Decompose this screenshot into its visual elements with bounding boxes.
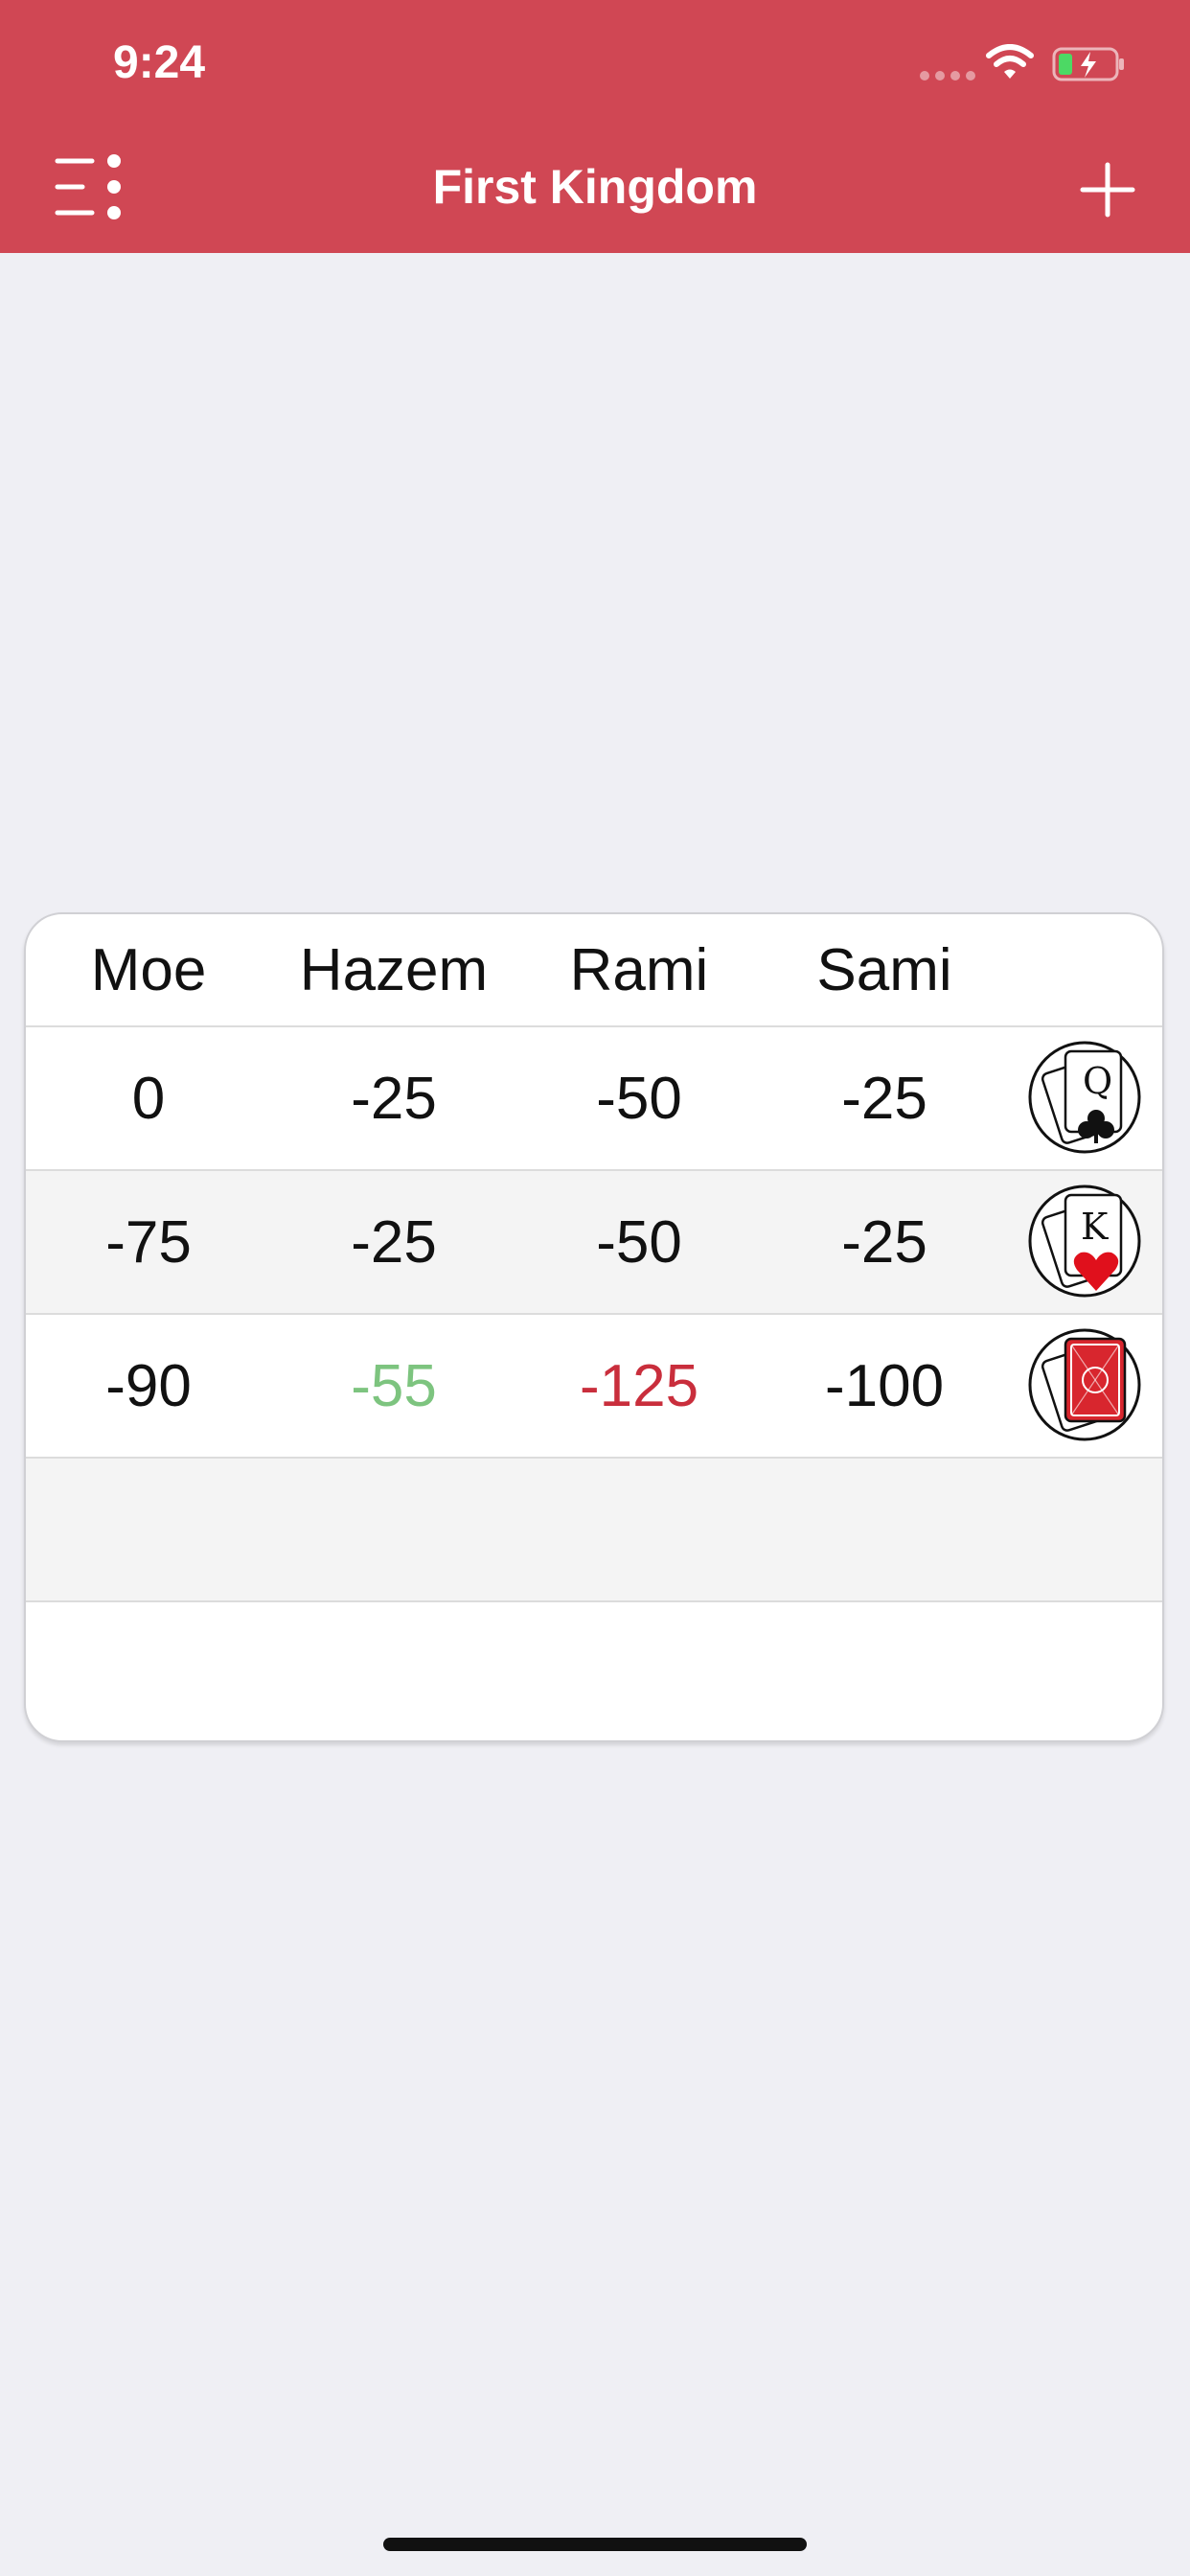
- player-header-row: Moe Hazem Rami Sami: [26, 914, 1162, 1027]
- status-time: 9:24: [113, 37, 206, 88]
- score-row[interactable]: 0 -25 -50 -25 Q: [26, 1027, 1162, 1171]
- empty-score-row[interactable]: [26, 1459, 1162, 1602]
- queen-of-clubs-icon[interactable]: Q: [1027, 1040, 1142, 1155]
- score-cell: -90: [105, 1352, 192, 1419]
- score-cell: -25: [351, 1208, 437, 1276]
- score-cell: 0: [131, 1065, 166, 1132]
- score-cell: -25: [841, 1208, 927, 1276]
- player-name[interactable]: Rami: [516, 936, 762, 1004]
- card-back-icon[interactable]: [1027, 1327, 1142, 1442]
- battery-charging-icon: [1052, 47, 1124, 81]
- score-cell: -50: [596, 1065, 682, 1132]
- score-cell: -25: [841, 1065, 927, 1132]
- svg-text:K: K: [1081, 1206, 1109, 1248]
- score-cell-worst: -125: [579, 1352, 699, 1419]
- score-cell-best: -55: [351, 1352, 437, 1419]
- player-name[interactable]: Sami: [762, 936, 1007, 1004]
- empty-score-row[interactable]: [26, 1602, 1162, 1740]
- king-of-hearts-icon[interactable]: K: [1027, 1184, 1142, 1299]
- score-table: Moe Hazem Rami Sami 0 -25 -50 -25 Q -75 …: [24, 912, 1164, 1742]
- navigation-header: 9:24 First Kingdom: [0, 0, 1190, 253]
- score-cell: -75: [105, 1208, 192, 1276]
- player-name[interactable]: Moe: [26, 936, 271, 1004]
- home-indicator[interactable]: [383, 2538, 807, 2551]
- score-cell: -100: [824, 1352, 945, 1419]
- score-cell: -50: [596, 1208, 682, 1276]
- svg-text:Q: Q: [1083, 1060, 1112, 1102]
- page-title: First Kingdom: [432, 160, 758, 214]
- player-name[interactable]: Hazem: [271, 936, 516, 1004]
- score-row[interactable]: -75 -25 -50 -25 K: [26, 1171, 1162, 1315]
- wifi-icon: [986, 44, 1034, 79]
- cellular-signal-icon: [920, 71, 975, 80]
- plus-icon[interactable]: [1079, 161, 1136, 218]
- score-row[interactable]: -90 -55 -125 -100: [26, 1315, 1162, 1459]
- score-cell: -25: [351, 1065, 437, 1132]
